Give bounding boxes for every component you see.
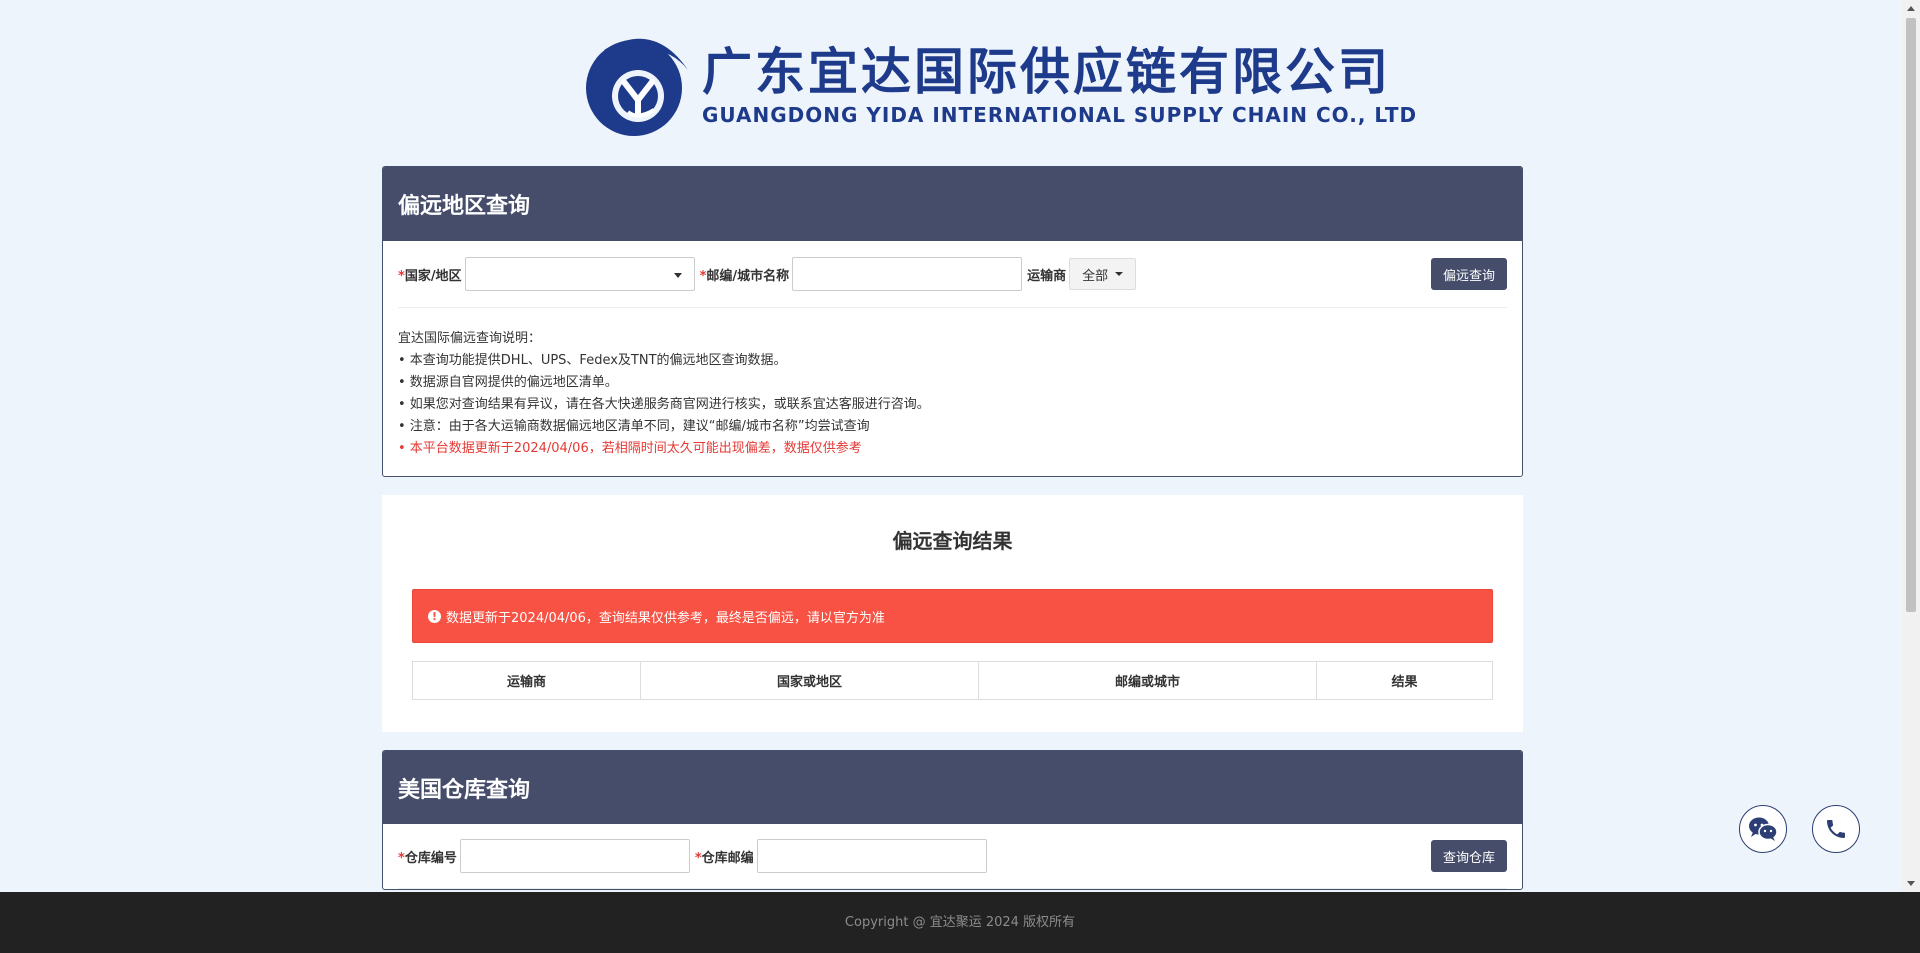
site-footer: Copyright @ 宜达聚运 2024 版权所有 — [0, 892, 1920, 953]
scroll-up-icon[interactable] — [1907, 6, 1915, 11]
column-header-result[interactable]: 结果 — [1316, 661, 1493, 700]
page: 广东宜达国际供应链有限公司 GUANGDONG YIDA INTERNATION… — [0, 0, 1902, 892]
scroll-down-icon[interactable] — [1907, 881, 1915, 886]
note-item: • 本查询功能提供DHL、UPS、Fedex及TNT的偏远地区查询数据。 — [398, 353, 787, 368]
copyright-text: Copyright @ 宜达聚运 2024 版权所有 — [844, 915, 1076, 930]
warehouse-query-title: 美国仓库查询 — [383, 751, 1522, 824]
table-header-row: 运输商 国家或地区 邮编或城市 结果 — [412, 661, 1493, 700]
warehouse-postal-input[interactable] — [756, 839, 987, 873]
site-header: 广东宜达国际供应链有限公司 GUANGDONG YIDA INTERNATION… — [0, 0, 1902, 166]
note-item: • 如果您对查询结果有异议，请在各大快递服务商官网进行核实，或联系宜达客服进行咨… — [398, 397, 930, 412]
company-name-en: GUANGDONG YIDA INTERNATIONAL SUPPLY CHAI… — [702, 103, 1418, 127]
wechat-button[interactable] — [1739, 805, 1787, 853]
wechat-icon — [1749, 817, 1778, 841]
exclamation-circle-icon: ! — [428, 609, 441, 623]
phone-button[interactable] — [1812, 805, 1860, 853]
results-title: 偏远查询结果 — [892, 529, 1013, 553]
note-item: • 注意：由于各大运输商数据偏远地区清单不同，建议“邮编/城市名称”均尝试查询 — [398, 419, 870, 434]
main-content: 偏远地区查询 *国家/地区 *邮编/城市名称 运输商 全部 偏远查询 宜达国际偏… — [382, 166, 1523, 890]
yida-logo-icon — [586, 38, 688, 136]
company-logo[interactable]: 广东宜达国际供应链有限公司 GUANGDONG YIDA INTERNATION… — [584, 30, 1417, 140]
warehouse-code-label: *仓库编号 — [398, 850, 457, 866]
results-section: 偏远查询结果 ! 数据更新于2024/04/06，查询结果仅供参考，最终是否偏远… — [382, 495, 1523, 732]
carrier-dropdown[interactable]: 全部 — [1069, 258, 1137, 290]
chevron-down-icon — [673, 273, 682, 278]
remote-query-title: 偏远地区查询 — [383, 167, 1522, 241]
postal-city-input[interactable] — [792, 257, 1023, 291]
caret-down-icon — [1115, 272, 1124, 276]
note-item: • 数据源自官网提供的偏远地区清单。 — [398, 375, 618, 390]
carrier-label: 运输商 — [1027, 268, 1067, 284]
warehouse-query-panel: 美国仓库查询 *仓库编号 *仓库邮编 查询仓库 — [382, 750, 1523, 890]
results-table: 运输商 国家或地区 邮编或城市 结果 — [412, 661, 1493, 700]
column-header-carrier[interactable]: 运输商 — [412, 661, 641, 700]
note-warning: • 本平台数据更新于2024/04/06，若相隔时间太久可能出现偏差，数据仅供参… — [398, 441, 862, 456]
warehouse-query-button[interactable]: 查询仓库 — [1430, 840, 1507, 872]
remote-query-panel: 偏远地区查询 *国家/地区 *邮编/城市名称 运输商 全部 偏远查询 宜达国际偏… — [382, 166, 1523, 477]
scroll-thumb[interactable] — [1906, 18, 1916, 612]
alert-text: 数据更新于2024/04/06，查询结果仅供参考，最终是否偏远，请以官方为准 — [446, 610, 885, 626]
column-header-postal[interactable]: 邮编或城市 — [978, 661, 1317, 700]
results-alert: ! 数据更新于2024/04/06，查询结果仅供参考，最终是否偏远，请以官方为准 — [412, 589, 1493, 643]
remote-query-button[interactable]: 偏远查询 — [1430, 258, 1507, 290]
warehouse-query-form: *仓库编号 *仓库邮编 查询仓库 — [383, 824, 1522, 888]
page-scrollbar[interactable] — [1902, 0, 1920, 892]
warehouse-code-input[interactable] — [459, 839, 690, 873]
query-notes: 宜达国际偏远查询说明： • 本查询功能提供DHL、UPS、Fedex及TNT的偏… — [383, 308, 1522, 476]
remote-query-form: *国家/地区 *邮编/城市名称 运输商 全部 偏远查询 — [383, 241, 1522, 307]
country-select[interactable] — [464, 257, 695, 291]
carrier-value: 全部 — [1082, 268, 1109, 284]
postal-label: *邮编/城市名称 — [699, 268, 790, 284]
divider — [398, 888, 1507, 889]
company-name-cn: 广东宜达国际供应链有限公司 — [702, 43, 1391, 101]
notes-heading: 宜达国际偏远查询说明： — [398, 331, 542, 346]
phone-icon — [1827, 820, 1845, 838]
column-header-country[interactable]: 国家或地区 — [640, 661, 979, 700]
country-label: *国家/地区 — [398, 268, 462, 284]
warehouse-postal-label: *仓库邮编 — [694, 850, 754, 866]
